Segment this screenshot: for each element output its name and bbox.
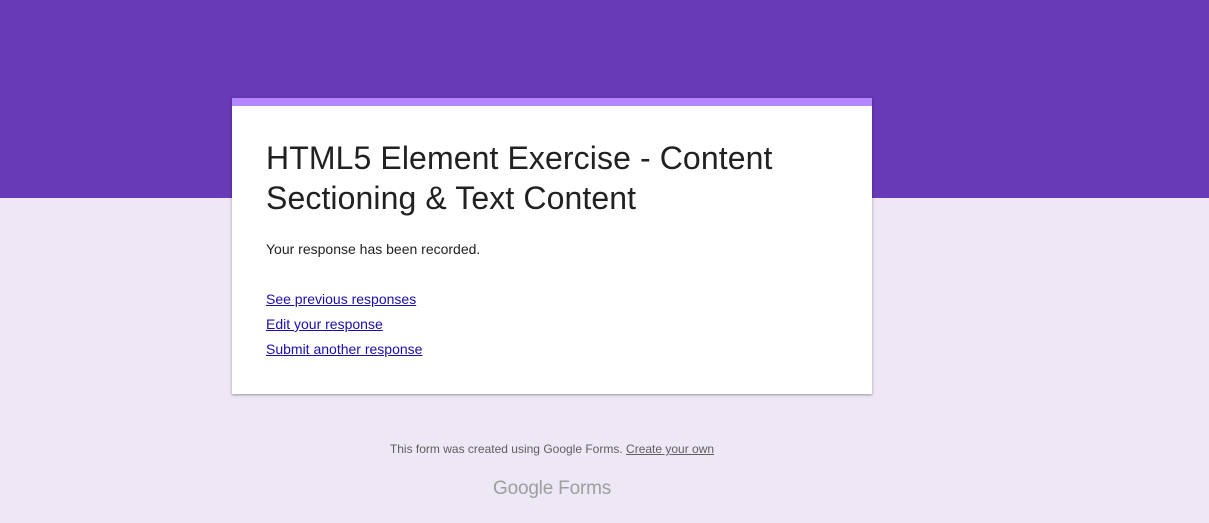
google-forms-logo[interactable]: Google Forms [0,477,1104,501]
response-link-item: Submit another response [266,341,422,366]
confirmation-card: HTML5 Element Exercise - Content Section… [232,98,872,394]
footer-note: This form was created using Google Forms… [0,442,1104,457]
logo-forms-text: Forms [558,478,611,499]
response-links: See previous responses Edit your respons… [266,291,422,366]
create-your-own-link[interactable]: Create your own [626,442,714,456]
submit-another-response-link[interactable]: Submit another response [266,341,422,357]
footer-note-text: This form was created using Google Forms… [389,442,623,456]
see-previous-responses-link[interactable]: See previous responses [266,291,416,307]
form-title: HTML5 Element Exercise - Content Section… [266,140,773,216]
confirmation-message: Your response has been recorded. [266,241,481,257]
response-link-item: Edit your response [266,316,422,341]
card-accent-bar [232,98,872,106]
edit-response-link[interactable]: Edit your response [266,316,383,332]
response-link-item: See previous responses [266,291,422,316]
logo-google-text: Google [493,478,554,499]
